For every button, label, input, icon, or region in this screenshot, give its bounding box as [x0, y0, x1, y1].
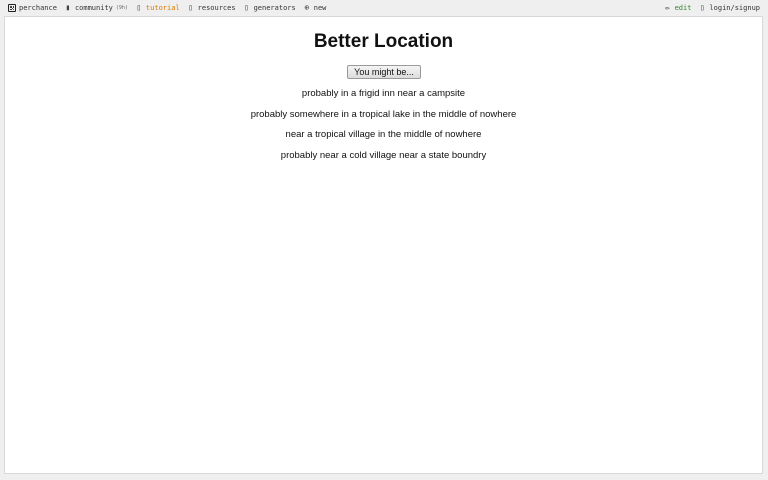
- nav-tutorial[interactable]: ▯ tutorial: [135, 3, 180, 13]
- link-icon: ▯: [188, 3, 194, 12]
- nav-perchance-label: perchance: [19, 4, 57, 12]
- pencil-icon: ✏: [665, 3, 670, 12]
- generate-button[interactable]: You might be...: [347, 65, 421, 79]
- results-list: probably in a frigid inn near a campsite…: [5, 87, 762, 169]
- plus-circle-icon: ⊕: [304, 3, 310, 12]
- nav-community[interactable]: ▮ community (9h): [64, 3, 128, 13]
- grid-icon: ▯: [244, 3, 249, 12]
- nav-login-label: login/signup: [709, 4, 760, 12]
- nav-tutorial-label: tutorial: [145, 4, 180, 12]
- chat-icon: ▮: [65, 3, 71, 12]
- result-line: probably somewhere in a tropical lake in…: [250, 108, 517, 120]
- nav-perchance[interactable]: perchance: [8, 4, 57, 12]
- nav-resources[interactable]: ▯ resources: [187, 3, 236, 13]
- nav-generators-label: generators: [253, 4, 296, 12]
- nav-login[interactable]: ▯ login/signup: [698, 3, 760, 13]
- result-line: probably near a cold village near a stat…: [280, 149, 487, 161]
- die-icon: [8, 4, 16, 12]
- top-navigation-bar: perchance ▮ community (9h) ▯ tutorial ▯ …: [0, 0, 768, 16]
- nav-edit-label: edit: [674, 4, 692, 12]
- page-title: Better Location: [313, 31, 454, 52]
- generator-output-panel: Better Location You might be... probably…: [4, 16, 763, 474]
- user-icon: ▯: [700, 3, 705, 12]
- nav-edit[interactable]: ✏ edit: [664, 3, 692, 13]
- result-line: near a tropical village in the middle of…: [285, 129, 482, 140]
- result-line: probably in a frigid inn near a campsite: [301, 88, 466, 99]
- book-icon: ▯: [136, 3, 142, 12]
- nav-right-group: ✏ edit ▯ login/signup: [664, 0, 760, 16]
- nav-generators[interactable]: ▯ generators: [243, 3, 296, 13]
- nav-community-label: community: [74, 4, 113, 12]
- community-activity-badge: (9h): [115, 5, 128, 11]
- nav-new[interactable]: ⊕ new: [303, 3, 327, 13]
- nav-resources-label: resources: [197, 4, 236, 12]
- nav-new-label: new: [313, 4, 327, 12]
- nav-left-group: perchance ▮ community (9h) ▯ tutorial ▯ …: [8, 0, 326, 16]
